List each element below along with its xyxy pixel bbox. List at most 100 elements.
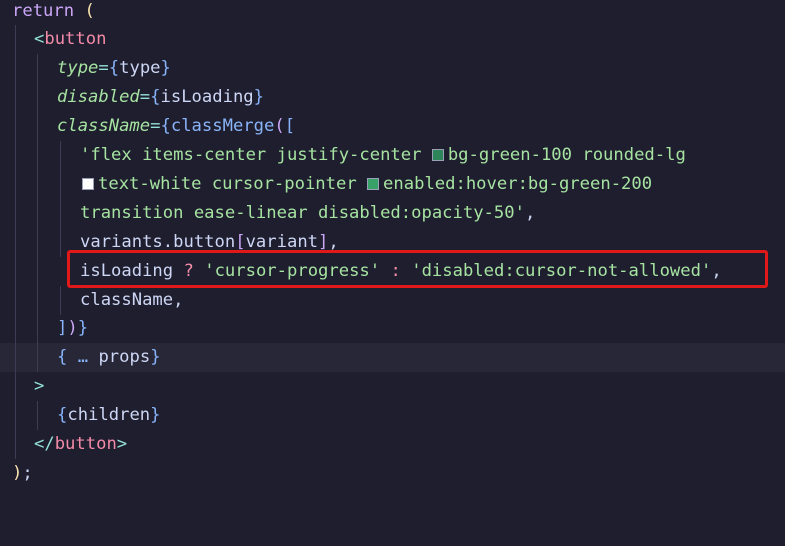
brace: } <box>253 87 265 107</box>
equals: = <box>139 87 151 107</box>
line-content: > <box>34 372 44 401</box>
code-line[interactable]: return ( <box>0 0 785 26</box>
indent-guide <box>37 228 38 257</box>
tag-bracket: < <box>34 29 45 49</box>
identifier: variant <box>245 232 319 252</box>
indent-guide <box>15 314 16 343</box>
line-content: {children} <box>57 401 161 430</box>
line-content: return ( <box>12 0 95 26</box>
string: 'flex items-center justify-center <box>80 145 432 165</box>
bracket: ] <box>57 318 68 338</box>
ellipsis-icon: … <box>77 347 89 367</box>
indent-guide <box>15 372 16 401</box>
attr-name: className <box>57 116 151 136</box>
indent-guide <box>15 54 16 83</box>
bracket: [ <box>235 232 246 252</box>
code-line-current[interactable]: { … props} <box>0 343 785 372</box>
brace: { <box>108 58 120 78</box>
indent-guide <box>37 199 38 228</box>
code-line[interactable]: <button <box>0 25 785 54</box>
brace: { <box>57 405 68 425</box>
tag-bracket: </ <box>34 434 55 454</box>
indent-guide <box>60 141 61 170</box>
semicolon: ; <box>22 463 33 483</box>
indent-guide <box>15 343 16 372</box>
color-swatch-icon[interactable] <box>82 178 94 190</box>
code-line[interactable]: disabled={isLoading} <box>0 83 785 112</box>
line-content: text-white cursor-pointer enabled:hover:… <box>82 170 652 199</box>
brace: } <box>150 405 161 425</box>
indent-guide <box>37 286 38 315</box>
line-content: ])} <box>57 314 88 343</box>
paren-open: ( <box>84 1 95 21</box>
paren: ( <box>274 116 285 136</box>
color-swatch-icon[interactable] <box>431 149 444 161</box>
brace: } <box>77 318 89 338</box>
code-line[interactable]: className, <box>0 286 785 315</box>
code-line[interactable]: </button> <box>0 430 785 459</box>
indent-guide <box>15 83 16 112</box>
keyword-return: return <box>12 1 75 21</box>
code-line[interactable]: className={classMerge([ <box>0 112 785 141</box>
line-content: <button <box>34 25 106 54</box>
indent-guide <box>15 141 16 170</box>
tag-name: button <box>54 434 117 454</box>
indent-guide <box>15 170 16 199</box>
identifier: variants.button <box>80 232 236 252</box>
indent-guide <box>15 286 16 315</box>
string: transition ease-linear disabled:opacity-… <box>80 203 525 223</box>
comma: , <box>524 203 536 223</box>
equals: = <box>150 116 161 136</box>
bracket: [ <box>284 116 296 136</box>
indent-guide <box>15 401 16 430</box>
paren-close: ) <box>12 463 23 483</box>
equals: = <box>98 58 109 78</box>
indent-guide <box>37 54 38 83</box>
identifier: isLoading <box>160 87 254 107</box>
bracket: ] <box>318 232 329 252</box>
code-line[interactable]: transition ease-linear disabled:opacity-… <box>0 199 785 228</box>
indent-guide <box>60 170 61 199</box>
line-content: transition ease-linear disabled:opacity-… <box>80 199 535 228</box>
paren: ) <box>67 318 78 338</box>
line-content: { … props} <box>57 343 161 372</box>
color-swatch-icon[interactable] <box>367 178 380 190</box>
indent-guide <box>15 228 16 257</box>
code-line[interactable]: {children} <box>0 401 785 430</box>
brace: } <box>150 347 161 367</box>
brace: { <box>160 116 171 136</box>
indent-guide <box>37 401 38 430</box>
identifier: children <box>67 405 151 425</box>
function-name: classMerge <box>170 116 275 136</box>
line-content: disabled={isLoading} <box>57 83 264 112</box>
indent-guide <box>60 286 61 315</box>
brace: { <box>150 87 161 107</box>
line-content: type={type} <box>57 54 171 83</box>
indent-guide <box>15 199 16 228</box>
line-content: className, <box>80 286 184 315</box>
code-line[interactable]: 'flex items-center justify-center bg-gre… <box>0 141 785 170</box>
code-line[interactable]: ); <box>0 459 785 488</box>
line-content: </button> <box>34 430 127 459</box>
string: enabled:hover:bg-green-200 <box>383 174 653 194</box>
indent-guide <box>15 25 16 54</box>
indent-guide <box>60 199 61 228</box>
code-line[interactable]: ])} <box>0 314 785 343</box>
string: bg-green-100 rounded-lg <box>447 145 686 165</box>
indent-guide <box>37 257 38 286</box>
indent-guide <box>15 112 16 141</box>
indent-guide <box>37 170 38 199</box>
tag-bracket: > <box>34 376 45 396</box>
comma: , <box>328 232 339 252</box>
code-line[interactable]: text-white cursor-pointer enabled:hover:… <box>0 170 785 199</box>
indent-guide <box>15 430 16 459</box>
code-line[interactable]: > <box>0 372 785 401</box>
code-editor[interactable]: return ( <button type={type} disabled={i… <box>0 0 785 502</box>
brace: } <box>160 58 171 78</box>
code-line[interactable]: type={type} <box>0 54 785 83</box>
indent-guide <box>15 257 16 286</box>
brace: { <box>57 347 68 367</box>
attr-name: disabled <box>57 87 140 107</box>
identifier: props <box>98 347 151 367</box>
line-content: 'flex items-center justify-center bg-gre… <box>80 141 686 170</box>
